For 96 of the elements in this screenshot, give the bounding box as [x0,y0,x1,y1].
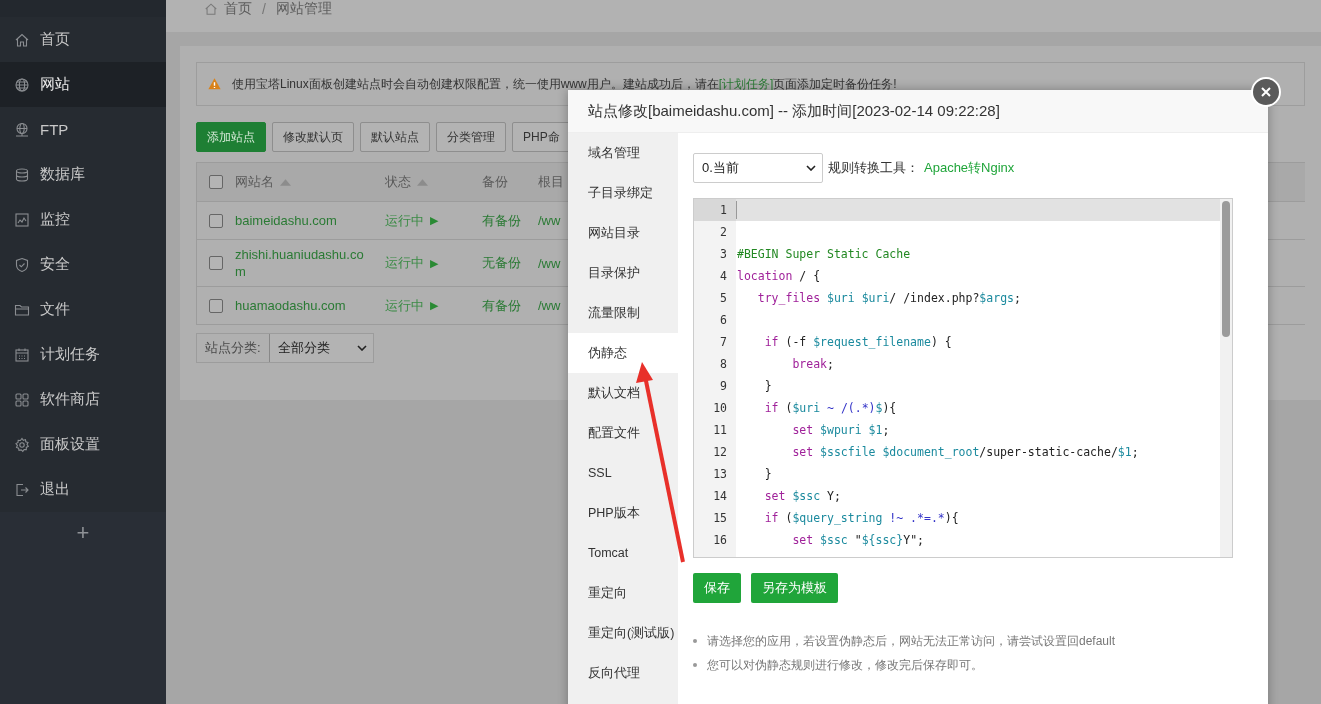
line-number: 9 [719,378,728,395]
action-button[interactable]: 保存 [693,573,741,603]
line-number: 6 [719,312,728,329]
line-number: 16 [712,532,728,549]
toolbar-button[interactable]: 添加站点 [196,122,266,152]
line-number: 1 [694,199,736,221]
template-select[interactable]: 0.当前 [693,153,823,183]
line-number: 13 [712,466,728,483]
settings-tab[interactable]: SSL [568,453,678,493]
settings-tab[interactable]: 伪静态 [568,333,678,373]
settings-tab[interactable]: 流量限制 [568,293,678,333]
code-line: #BEGIN Super Static Cache [736,247,911,261]
sort-icon[interactable] [417,178,428,186]
settings-tab[interactable]: 配置文件 [568,413,678,453]
toolbar-button[interactable]: PHP命 [512,122,568,152]
action-button[interactable]: 另存为模板 [751,573,838,603]
code-editor[interactable] [693,198,1233,558]
caret-icon [806,165,816,171]
menu-icon [14,76,30,93]
sidebar-item[interactable]: 网站 [0,62,166,107]
converter-label: 规则转换工具： [828,159,919,177]
line-number: 2 [719,224,728,241]
dialog-title: 站点修改[baimeidashu.com] -- 添加时间[2023-02-14 09:22:28] [588,101,1000,121]
settings-tab[interactable]: 重定向(测试版) [568,613,678,653]
settings-tab[interactable]: 重定向 [568,573,678,613]
code-line: } [763,379,772,393]
settings-tab[interactable]: 默认文档 [568,373,678,413]
line-number: 3 [719,246,728,263]
close-icon [1260,86,1272,98]
menu-icon [14,211,30,228]
menu-icon [14,391,30,408]
sidebar-item[interactable]: 数据库 [0,152,166,197]
menu-icon [14,346,30,363]
sidebar-item[interactable]: 首页 [0,17,166,62]
sidebar-item[interactable]: 退出 [0,467,166,512]
help-note: 您可以对伪静态规则进行修改，修改完后保存即可。 [707,656,983,674]
line-number: 15 [712,510,728,527]
line-number: 12 [712,444,728,461]
filter-label: 站点分类: [204,339,262,357]
code-line: location / { [736,269,821,283]
breadcrumb-link[interactable]: 首页 [224,0,252,18]
line-number: 10 [712,400,728,417]
line-number: 4 [719,268,728,285]
help-note: 请选择您的应用，若设置伪静态后，网站无法正常访问，请尝试设置回default [707,632,1116,650]
code-line: set $wpuri $1; [791,423,890,437]
sidebar-item[interactable]: 软件商店 [0,377,166,422]
line-number: 8 [719,356,728,373]
warning-icon [207,77,222,91]
row-checkbox[interactable] [209,298,223,313]
home-icon [204,2,218,16]
menu-icon [14,121,30,138]
code-line: break; [791,357,834,371]
settings-tab[interactable]: 域名管理 [568,133,678,173]
settings-tab[interactable]: PHP版本 [568,493,678,533]
toolbar-button[interactable]: 修改默认页 [272,122,354,152]
line-number: 11 [712,422,728,439]
sidebar-item[interactable]: 安全 [0,242,166,287]
menu-icon [14,436,30,453]
code-line: if ($uri ~ /(.*)$){ [763,401,897,415]
converter-link[interactable]: Apache转Nginx [924,159,1015,177]
row-checkbox[interactable] [209,213,223,228]
sidebar-item[interactable]: 面板设置 [0,422,166,467]
text-cursor [736,201,737,219]
breadcrumb-separator: / [262,1,266,17]
line-number: 14 [712,488,728,505]
menu-icon [14,256,30,273]
sidebar-item[interactable]: FTP [0,107,166,152]
line-number: 7 [719,334,728,351]
settings-tab[interactable]: 网站目录 [568,213,678,253]
toolbar-button[interactable]: 分类管理 [436,122,506,152]
code-line: } [763,467,772,481]
code-line: if (-f $request_filename) { [763,335,952,349]
select-all-checkbox[interactable] [209,175,223,189]
code-line: if ($query_string !~ .*=.*){ [763,511,959,525]
line-number: 5 [719,290,728,307]
code-line: set $ssc "${ssc}Y"; [791,533,924,547]
code-line: set $ssc Y; [763,489,841,503]
menu-icon [14,31,30,48]
code-line: try_files $uri $uri/ /index.php?$args; [756,291,1021,305]
sidebar-item[interactable]: 文件 [0,287,166,332]
caret-icon [357,345,367,351]
scrollbar-thumb[interactable] [1222,201,1230,337]
settings-tab[interactable]: 子目录绑定 [568,173,678,213]
add-button[interactable]: + [76,520,90,546]
menu-icon [14,166,30,183]
settings-tab[interactable]: 反向代理 [568,653,678,693]
settings-tab[interactable]: 目录保护 [568,253,678,293]
row-checkbox[interactable] [209,256,223,270]
toolbar-button[interactable]: 默认站点 [360,122,430,152]
sidebar-item[interactable]: 计划任务 [0,332,166,377]
code-line: set $sscfile $document_root/super-static-cache/$1; [791,445,1139,459]
breadcrumb-current: 网站管理 [275,0,332,18]
sort-icon[interactable] [280,178,291,186]
menu-icon [14,481,30,498]
settings-tab[interactable]: Tomcat [568,533,678,573]
sidebar-item[interactable]: 监控 [0,197,166,242]
